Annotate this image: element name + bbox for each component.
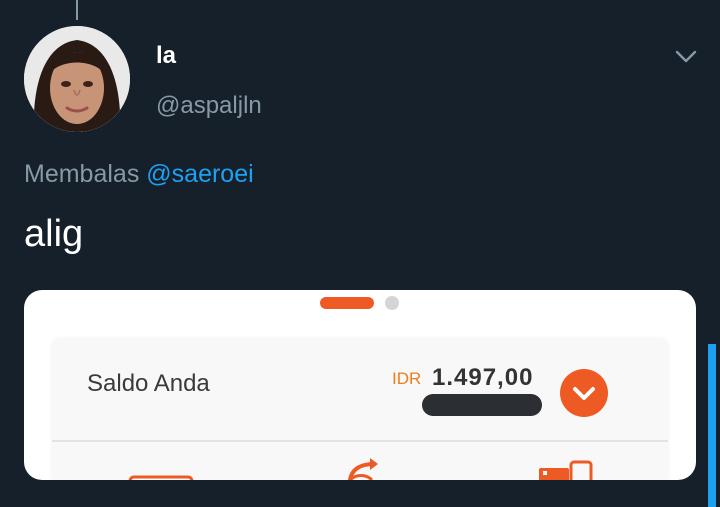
reply-context: Membalas @saeroei bbox=[24, 160, 254, 189]
avatar-photo bbox=[24, 26, 130, 132]
user-handle[interactable]: @aspaljln bbox=[156, 92, 262, 120]
scrollbar[interactable] bbox=[708, 344, 716, 507]
display-name[interactable]: la bbox=[156, 42, 176, 70]
expand-chevron-icon[interactable] bbox=[560, 369, 608, 417]
media-attachment[interactable]: Saldo Anda IDR 1.497,00 bbox=[24, 290, 696, 480]
reply-prefix: Membalas bbox=[24, 160, 140, 188]
carousel-indicator bbox=[320, 296, 399, 310]
wallet-icon[interactable] bbox=[128, 472, 194, 480]
carousel-dot-active bbox=[320, 297, 374, 309]
avatar[interactable] bbox=[24, 26, 130, 132]
redaction-bar bbox=[422, 394, 542, 416]
balance-panel: Saldo Anda IDR 1.497,00 bbox=[52, 338, 668, 480]
carousel-dot bbox=[385, 296, 399, 310]
divider bbox=[52, 440, 668, 442]
reply-mention-link[interactable]: @saeroei bbox=[146, 160, 253, 188]
balance-amount: 1.497,00 bbox=[432, 364, 534, 391]
transfer-icon[interactable] bbox=[344, 456, 384, 480]
currency-label: IDR bbox=[392, 369, 422, 388]
tweet-text: alig bbox=[24, 213, 84, 255]
chevron-down-icon[interactable] bbox=[672, 44, 700, 68]
shopping-icon[interactable] bbox=[537, 460, 593, 480]
balance-label: Saldo Anda bbox=[87, 370, 210, 397]
thread-connector-line bbox=[76, 0, 78, 20]
